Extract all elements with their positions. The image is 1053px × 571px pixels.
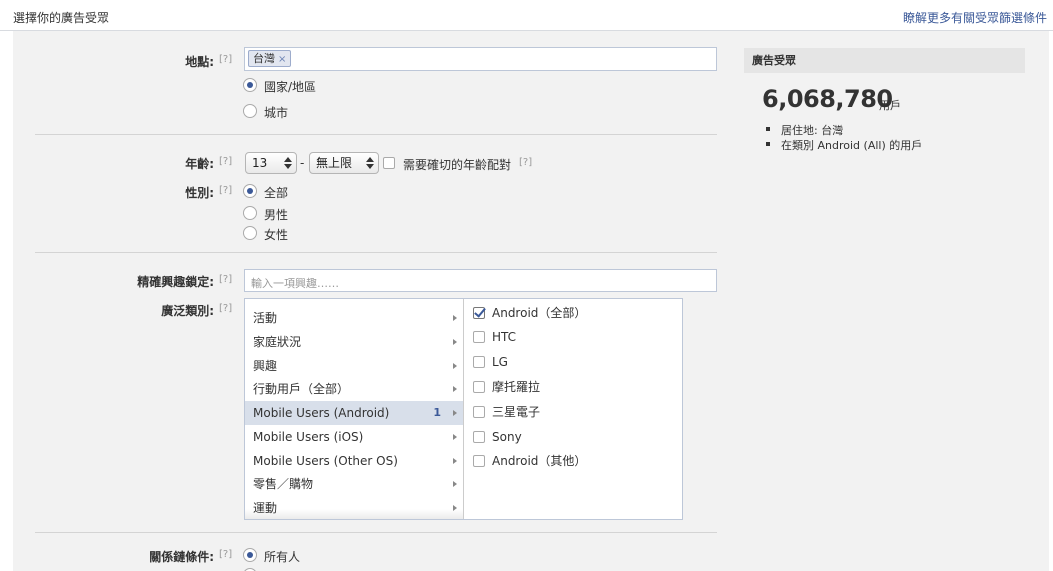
audience-count: 6,068,780	[762, 85, 893, 113]
subcategory-checkbox[interactable]	[473, 381, 485, 393]
location-input[interactable]: 台灣 ×	[244, 47, 717, 71]
subcategory-checkbox[interactable]	[473, 331, 485, 343]
precise-interests-label: 精確興趣鎖定:	[137, 275, 214, 289]
location-help[interactable]: [?]	[219, 54, 232, 65]
category-mobile-android[interactable]: Mobile Users (Android) 1	[245, 401, 463, 425]
age-label: 年齡:	[185, 157, 214, 171]
audience-unit: 用戶	[879, 99, 901, 112]
select-arrows-icon	[366, 157, 374, 169]
relationship-all-radio[interactable]	[243, 548, 257, 562]
age-max-value: 無上限	[316, 156, 353, 170]
location-token: 台灣 ×	[248, 50, 292, 67]
broad-categories-help[interactable]: [?]	[219, 303, 232, 314]
gender-help[interactable]: [?]	[219, 185, 232, 196]
age-max-select[interactable]: 無上限	[309, 152, 379, 174]
broad-categories-box: 活動 家庭狀況 興趣 行動用戶（全部） Mobile Users (Androi…	[244, 298, 683, 520]
gender-all-radio[interactable]	[243, 184, 257, 198]
relationship-help[interactable]: [?]	[219, 549, 232, 560]
broad-categories-label: 廣泛類別:	[161, 304, 214, 318]
divider	[35, 134, 717, 135]
location-city-label: 城市	[264, 106, 289, 120]
token-remove-icon[interactable]: ×	[278, 54, 286, 65]
category-list: 活動 家庭狀況 興趣 行動用戶（全部） Mobile Users (Androi…	[245, 299, 464, 519]
chevron-right-icon	[453, 481, 457, 487]
exact-age-help[interactable]: [?]	[519, 157, 532, 168]
subcategory-item[interactable]: HTC	[465, 325, 683, 349]
select-arrows-icon	[284, 157, 292, 169]
scroll-shade	[245, 509, 463, 519]
location-city-radio[interactable]	[243, 104, 257, 118]
targeting-panel: 地點: [?] 台灣 × 國家/地區 城市 年齡: [?] 13 - 無上限 需要…	[13, 31, 1049, 571]
page-header: 選擇你的廣告受眾 瞭解更多有關受眾篩選條件	[0, 0, 1053, 31]
precise-interests-help[interactable]: [?]	[219, 274, 232, 285]
category-family-status[interactable]: 家庭狀況	[245, 330, 463, 354]
chevron-right-icon	[453, 386, 457, 392]
location-country-label: 國家/地區	[264, 80, 317, 94]
subcategory-checkbox[interactable]	[473, 307, 485, 319]
chevron-right-icon	[453, 363, 457, 369]
age-dash: -	[300, 156, 305, 170]
subcategory-checkbox[interactable]	[473, 431, 485, 443]
subcategory-checkbox[interactable]	[473, 356, 485, 368]
subcategory-item[interactable]: Sony	[465, 425, 683, 449]
category-mobile-ios[interactable]: Mobile Users (iOS)	[245, 425, 463, 449]
gender-all-label: 全部	[264, 186, 289, 200]
subcategory-checkbox[interactable]	[473, 455, 485, 467]
chevron-right-icon	[453, 315, 457, 321]
subcategory-item[interactable]: Android（其他）	[465, 449, 683, 473]
gender-male-label: 男性	[264, 208, 289, 222]
category-activities[interactable]: 活動	[245, 306, 463, 330]
chevron-right-icon	[453, 434, 457, 440]
exact-age-label: 需要確切的年齡配對	[403, 158, 512, 172]
chevron-right-icon	[453, 410, 457, 416]
subcategory-item[interactable]: 摩托羅拉	[465, 375, 683, 399]
chevron-right-icon	[453, 339, 457, 345]
interest-placeholder: 輸入一項興趣……	[251, 277, 339, 290]
gender-label: 性別:	[185, 186, 214, 200]
category-mobile-all[interactable]: 行動用戶（全部）	[245, 377, 463, 401]
subcategory-item[interactable]: LG	[465, 350, 683, 374]
location-token-label: 台灣	[253, 52, 275, 65]
relationship-label: 關係鏈條件:	[149, 550, 214, 564]
subcategory-item[interactable]: Android（全部）	[465, 301, 683, 325]
divider	[35, 532, 717, 533]
exact-age-checkbox[interactable]	[383, 157, 395, 169]
audience-title: 廣告受眾	[744, 48, 1025, 73]
location-country-radio[interactable]	[243, 78, 257, 92]
subcategory-item[interactable]: 三星電子	[465, 400, 683, 424]
relationship-all-label: 所有人	[264, 550, 301, 564]
selected-count-badge: 1	[433, 406, 441, 419]
gender-male-radio[interactable]	[243, 206, 257, 220]
age-help[interactable]: [?]	[219, 156, 232, 167]
age-min-value: 13	[252, 156, 268, 170]
divider	[35, 252, 717, 253]
category-interests[interactable]: 興趣	[245, 354, 463, 378]
category-mobile-other[interactable]: Mobile Users (Other OS)	[245, 449, 463, 473]
age-min-select[interactable]: 13	[245, 152, 297, 174]
chevron-right-icon	[453, 458, 457, 464]
page-title: 選擇你的廣告受眾	[13, 11, 110, 25]
location-label: 地點:	[185, 55, 214, 69]
category-retail[interactable]: 零售／購物	[245, 472, 463, 496]
gender-female-label: 女性	[264, 228, 289, 242]
learn-more-link[interactable]: 瞭解更多有關受眾篩選條件	[903, 9, 1047, 26]
subcategory-checkbox[interactable]	[473, 406, 485, 418]
gender-female-radio[interactable]	[243, 226, 257, 240]
interest-search-input[interactable]: 輸入一項興趣……	[244, 269, 717, 292]
